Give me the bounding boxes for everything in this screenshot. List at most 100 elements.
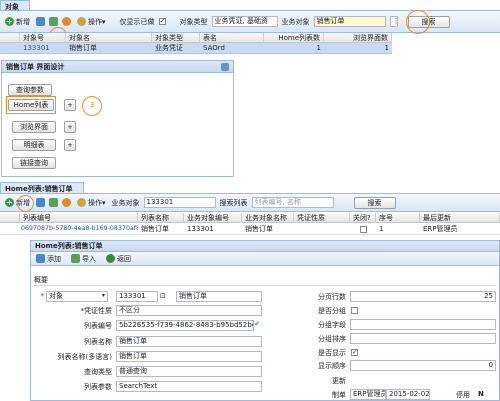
business-object-label: 业务对象 bbox=[281, 17, 310, 26]
lookup-trigger[interactable]: ⋮ bbox=[389, 16, 398, 27]
clear-icon[interactable]: ⊡ bbox=[160, 292, 166, 300]
group-field-input[interactable] bbox=[350, 319, 496, 330]
list-name-label: 列表名称 bbox=[84, 338, 112, 346]
back-icon bbox=[106, 254, 115, 263]
object-type-select[interactable]: 业务凭证, 基础资 bbox=[211, 16, 278, 27]
disabled-label: 停用 bbox=[456, 391, 470, 399]
section-title: 概要 bbox=[34, 276, 48, 284]
edit-icon[interactable] bbox=[36, 198, 45, 207]
list-name-input[interactable]: 销售订单 bbox=[116, 336, 262, 347]
date-value: 2015-02-02 bbox=[386, 389, 430, 400]
gear-icon bbox=[77, 198, 86, 207]
creator-value: ERP管理员 bbox=[350, 389, 386, 400]
column-header[interactable]: 对象类型 bbox=[152, 33, 200, 43]
operations-menu-button[interactable]: 操作▾ bbox=[75, 16, 108, 28]
business-object-input[interactable]: 销售订单 bbox=[313, 16, 386, 27]
import-icon bbox=[71, 254, 80, 263]
column-header[interactable]: 关闭? bbox=[350, 213, 376, 223]
voucher-select[interactable]: 不区分 bbox=[116, 305, 262, 316]
excel-icon[interactable] bbox=[49, 198, 58, 207]
show-used-checkbox[interactable]: ✓ bbox=[158, 18, 166, 25]
edit-icon[interactable] bbox=[36, 17, 45, 26]
add-home-list-button[interactable]: + bbox=[64, 99, 76, 111]
add-detail-table-button[interactable]: + bbox=[64, 139, 76, 151]
object-select[interactable]: 对象 bbox=[46, 291, 108, 302]
group-sort-select[interactable] bbox=[350, 333, 496, 344]
add-icon: + bbox=[5, 198, 14, 207]
table-row[interactable]: 0697087b-5780-4ea8-b169-08370af85b40 销售订… bbox=[0, 224, 500, 235]
page-rows-label: 分页行数 bbox=[318, 293, 346, 301]
column-header[interactable]: 浏览界面数 bbox=[324, 33, 392, 43]
objects-grid-header: 对象号 对象名 对象类型 表名 Home列表数 浏览界面数 bbox=[0, 33, 392, 43]
refresh-icon[interactable] bbox=[62, 198, 71, 207]
close-icon[interactable] bbox=[221, 63, 229, 71]
chevron-down-icon[interactable]: ▾ bbox=[102, 292, 105, 299]
is-group-checkbox[interactable] bbox=[351, 307, 358, 314]
column-header[interactable]: 列表名称 bbox=[138, 213, 184, 223]
object-code-input[interactable]: 133301 bbox=[116, 291, 158, 302]
object-name-input: 销售订单 bbox=[176, 291, 262, 302]
detail-table-button[interactable]: 明细表 bbox=[12, 139, 56, 151]
column-header[interactable]: 业务对象编号 bbox=[184, 213, 242, 223]
design-panel-title: 销售订单 界面设计 bbox=[6, 63, 65, 71]
voucher-label: *凭证性质 bbox=[80, 307, 113, 315]
query-type-select[interactable]: 普通查询 bbox=[116, 366, 262, 377]
gear-icon bbox=[77, 17, 86, 26]
operations-menu-button[interactable]: 操作▾ bbox=[75, 197, 108, 209]
column-header[interactable]: 列表编号 bbox=[20, 213, 138, 223]
list-param-label: 列表参数 bbox=[84, 383, 112, 391]
table-row[interactable]: 133301 销售订单 业务凭证 SAOrd 1 1 bbox=[0, 43, 392, 54]
group-sort-label: 分组排序 bbox=[318, 335, 346, 343]
check-icon: ✔ bbox=[254, 320, 260, 328]
business-object-label: 业务对象 bbox=[111, 198, 140, 207]
object-type-label: 对象类型 bbox=[179, 17, 208, 26]
edit-window-title: Home列表:销售订单 bbox=[35, 242, 103, 250]
query-params-button[interactable]: 查询参数 bbox=[8, 84, 52, 96]
display-order-input[interactable]: 0 bbox=[350, 360, 496, 371]
update-label: 更新 bbox=[332, 377, 346, 385]
search-button[interactable]: 搜索 bbox=[353, 196, 396, 209]
edit-window-header: Home列表:销售订单 bbox=[30, 240, 500, 252]
column-header[interactable]: 序号 bbox=[376, 213, 420, 223]
show-used-label: 仅显示已做 bbox=[119, 17, 155, 26]
column-header[interactable]: 最后更新 bbox=[420, 213, 500, 223]
back-button[interactable]: 返回 bbox=[104, 253, 133, 265]
column-header[interactable]: 凭证性质 bbox=[294, 213, 350, 223]
divider bbox=[34, 285, 496, 286]
list-code-input[interactable]: 5b226535-f739-4862-8483-b95bd52be bbox=[116, 320, 254, 331]
column-header[interactable]: 表名 bbox=[200, 33, 264, 43]
list-name-multi-label: 列表名称(多语言) bbox=[57, 353, 112, 361]
list-name-multi-input[interactable]: 销售订单 bbox=[116, 351, 262, 362]
list-param-select[interactable]: SearchText bbox=[116, 381, 262, 392]
annotation-circle bbox=[17, 195, 34, 212]
link-query-button[interactable]: 链接查询 bbox=[12, 157, 56, 169]
display-order-label: 显示顺序 bbox=[318, 362, 346, 370]
tab-objects[interactable]: 对象 bbox=[0, 0, 30, 11]
excel-icon[interactable] bbox=[49, 17, 58, 26]
add-button[interactable]: + 新增 bbox=[3, 16, 32, 28]
group-field-label: 分组字段 bbox=[318, 321, 346, 329]
home-list-toolbar: + 新增 操作▾ 业务对象 133301 搜索列表 列表编号, 名称 搜索 bbox=[0, 194, 500, 212]
annotation-circle bbox=[406, 10, 430, 34]
page-rows-input[interactable]: 25 bbox=[350, 291, 496, 302]
column-header[interactable]: 对象号 bbox=[20, 33, 66, 43]
refresh-icon[interactable] bbox=[62, 17, 71, 26]
browse-view-button[interactable]: 浏览界面 bbox=[12, 121, 56, 133]
add-button[interactable]: 添加 bbox=[34, 253, 63, 265]
column-header[interactable]: 对象名 bbox=[66, 33, 152, 43]
column-header[interactable]: Home列表数 bbox=[264, 33, 324, 43]
add-browse-view-button[interactable]: + bbox=[64, 121, 76, 133]
search-list-label: 搜索列表 bbox=[219, 198, 248, 207]
import-button[interactable]: 导入 bbox=[69, 253, 98, 265]
list-code-label: 列表编号 bbox=[84, 322, 112, 330]
is-show-checkbox[interactable]: ✓ bbox=[351, 349, 358, 356]
closed-checkbox[interactable] bbox=[359, 225, 367, 233]
is-show-label: 是否显示 bbox=[318, 349, 346, 357]
home-list-button[interactable]: Home列表 bbox=[8, 99, 54, 111]
search-list-input[interactable]: 列表编号, 名称 bbox=[251, 197, 334, 208]
business-object-input[interactable]: 133301 bbox=[143, 197, 216, 208]
add-icon: + bbox=[5, 17, 14, 26]
column-header[interactable]: 业务对象名称 bbox=[242, 213, 294, 223]
tab-home-list[interactable]: Home列表:销售订单 bbox=[0, 182, 84, 193]
design-panel-header: 销售订单 界面设计 bbox=[2, 61, 233, 73]
